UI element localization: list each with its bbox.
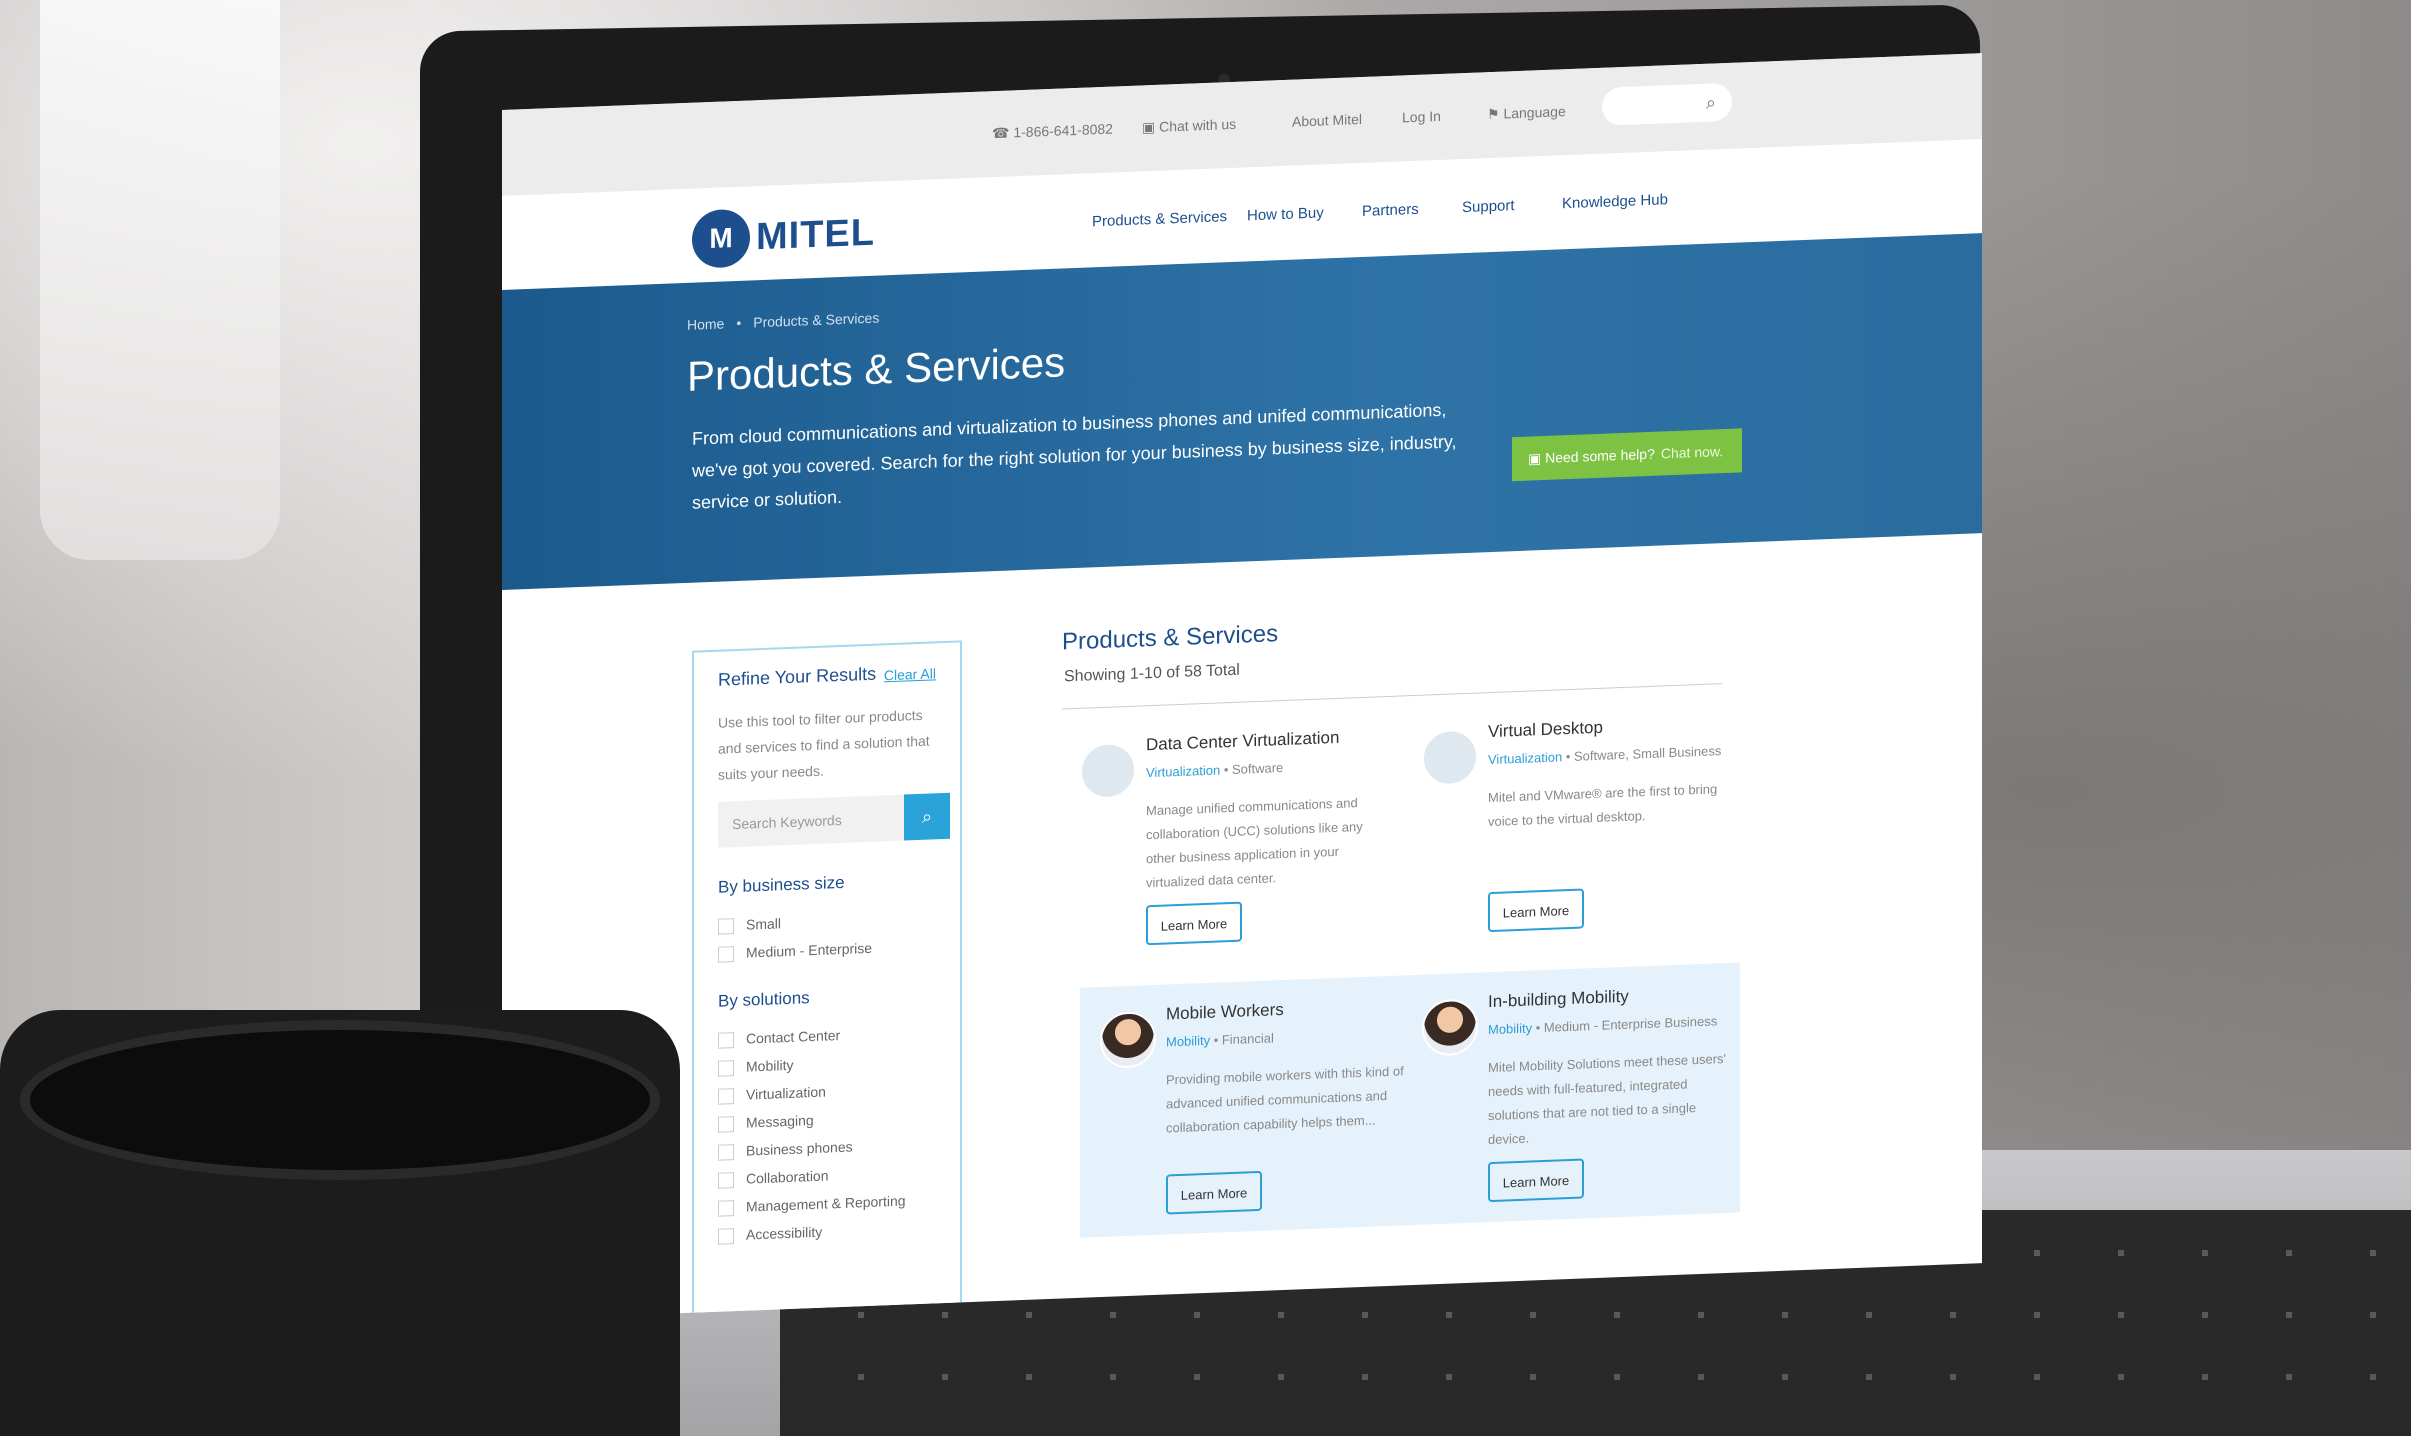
checkbox[interactable] xyxy=(718,946,734,963)
filter-title: Refine Your Results xyxy=(718,663,877,690)
product-card: Data Center Virtualization Virtualizatio… xyxy=(1080,726,1400,968)
group-business-size: By business size xyxy=(718,872,845,897)
option-small[interactable]: Small xyxy=(718,915,781,935)
checkbox[interactable] xyxy=(718,1088,734,1105)
background-lamp xyxy=(40,0,280,560)
option-contact-center[interactable]: Contact Center xyxy=(718,1027,840,1049)
clear-all-link[interactable]: Clear All xyxy=(884,665,936,683)
mitel-logo[interactable]: M MITEL xyxy=(692,203,892,269)
laptop-screen: ☎ 1-866-641-8082 ▣ Chat with us About Mi… xyxy=(502,53,1982,1320)
option-accessibility[interactable]: Accessibility xyxy=(718,1224,822,1245)
option-business-phones[interactable]: Business phones xyxy=(718,1139,853,1161)
nav-products[interactable]: Products & Services xyxy=(1092,208,1227,230)
card-tags: Mobility • Medium - Enterprise Business xyxy=(1488,1013,1718,1038)
checkbox[interactable] xyxy=(718,1228,734,1245)
card-title[interactable]: Virtual Desktop xyxy=(1488,718,1603,742)
card-description: Providing mobile workers with this kind … xyxy=(1166,1063,1404,1136)
filter-hint: Use this tool to filter our products and… xyxy=(718,706,930,783)
learn-more-button[interactable]: Learn More xyxy=(1146,901,1242,946)
about-link[interactable]: About Mitel xyxy=(1292,111,1362,130)
chat-icon: ▣ xyxy=(1528,450,1542,467)
option-collaboration[interactable]: Collaboration xyxy=(718,1167,829,1189)
checkbox[interactable] xyxy=(718,1116,734,1133)
breadcrumb-home[interactable]: Home xyxy=(687,315,724,332)
card-description: Mitel Mobility Solutions meet these user… xyxy=(1488,1050,1727,1148)
person-photo xyxy=(1422,998,1478,1057)
card-title[interactable]: Data Center Virtualization xyxy=(1146,728,1339,755)
option-messaging[interactable]: Messaging xyxy=(718,1112,814,1133)
card-title[interactable]: In-building Mobility xyxy=(1488,987,1629,1012)
option-management-reporting[interactable]: Management & Reporting xyxy=(718,1192,906,1217)
product-thumbnail xyxy=(1080,741,1136,800)
nav-support[interactable]: Support xyxy=(1462,197,1515,216)
card-tags: Mobility • Financial xyxy=(1166,1030,1274,1050)
nav-partners[interactable]: Partners xyxy=(1362,201,1419,220)
language-link[interactable]: ⚑ Language xyxy=(1487,103,1566,123)
login-link[interactable]: Log In xyxy=(1402,108,1441,125)
results-title: Products & Services xyxy=(1062,620,1279,656)
product-card: Mobile Workers Mobility • Financial Prov… xyxy=(1100,995,1420,1237)
search-icon: ⌕ xyxy=(921,806,933,827)
logo-badge-icon: M xyxy=(692,208,750,269)
checkbox[interactable] xyxy=(718,1144,734,1161)
card-title[interactable]: Mobile Workers xyxy=(1166,1000,1284,1025)
coffee-mug-rim xyxy=(20,1020,660,1180)
checkbox[interactable] xyxy=(718,918,734,935)
group-solutions: By solutions xyxy=(718,988,810,1011)
help-chat-button[interactable]: ▣ Need some help? Chat now. xyxy=(1512,428,1742,482)
product-card: Virtual Desktop Virtualization • Softwar… xyxy=(1422,712,1742,954)
breadcrumb-current: Products & Services xyxy=(753,309,880,331)
person-photo xyxy=(1100,1010,1156,1070)
page-title: Products & Services xyxy=(687,338,1066,400)
keyword-search-button[interactable]: ⌕ xyxy=(904,792,950,841)
option-virtualization[interactable]: Virtualization xyxy=(718,1084,826,1105)
results-count: Showing 1-10 of 58 Total xyxy=(1064,661,1240,686)
divider xyxy=(1062,683,1722,710)
keyword-search-input[interactable]: Search Keywords xyxy=(718,794,908,848)
nav-knowledge-hub[interactable]: Knowledge Hub xyxy=(1562,191,1668,212)
card-description: Manage unified communications and collab… xyxy=(1146,795,1363,891)
card-tags: Virtualization • Software, Small Busines… xyxy=(1488,743,1722,768)
phone-link[interactable]: ☎ 1-866-641-8082 xyxy=(992,121,1113,143)
chat-link[interactable]: ▣ Chat with us xyxy=(1142,116,1236,137)
card-tags: Virtualization • Software xyxy=(1146,759,1284,781)
learn-more-button[interactable]: Learn More xyxy=(1166,1170,1262,1215)
flag-icon: ⚑ xyxy=(1487,105,1500,123)
learn-more-button[interactable]: Learn More xyxy=(1488,888,1584,933)
card-description: Mitel and VMware® are the first to bring… xyxy=(1488,781,1718,830)
hero-banner: Home • Products & Services Products & Serv… xyxy=(502,233,1982,590)
option-mobility[interactable]: Mobility xyxy=(718,1057,793,1077)
breadcrumb: Home • Products & Services xyxy=(687,309,880,333)
checkbox[interactable] xyxy=(718,1060,734,1077)
hero-description: From cloud communications and virtualiza… xyxy=(692,399,1457,513)
site-search[interactable]: ⌕ xyxy=(1602,82,1732,126)
search-icon: ⌕ xyxy=(1705,92,1716,113)
checkbox[interactable] xyxy=(718,1200,734,1217)
checkbox[interactable] xyxy=(718,1032,734,1049)
option-medium-enterprise[interactable]: Medium - Enterprise xyxy=(718,940,872,963)
checkbox[interactable] xyxy=(718,1172,734,1189)
nav-how-to-buy[interactable]: How to Buy xyxy=(1247,204,1324,224)
product-card: In-building Mobility Mobility • Medium -… xyxy=(1422,982,1742,1224)
filter-panel: Refine Your Results Clear All Use this t… xyxy=(692,640,962,1320)
product-thumbnail xyxy=(1422,728,1478,787)
learn-more-button[interactable]: Learn More xyxy=(1488,1158,1584,1203)
